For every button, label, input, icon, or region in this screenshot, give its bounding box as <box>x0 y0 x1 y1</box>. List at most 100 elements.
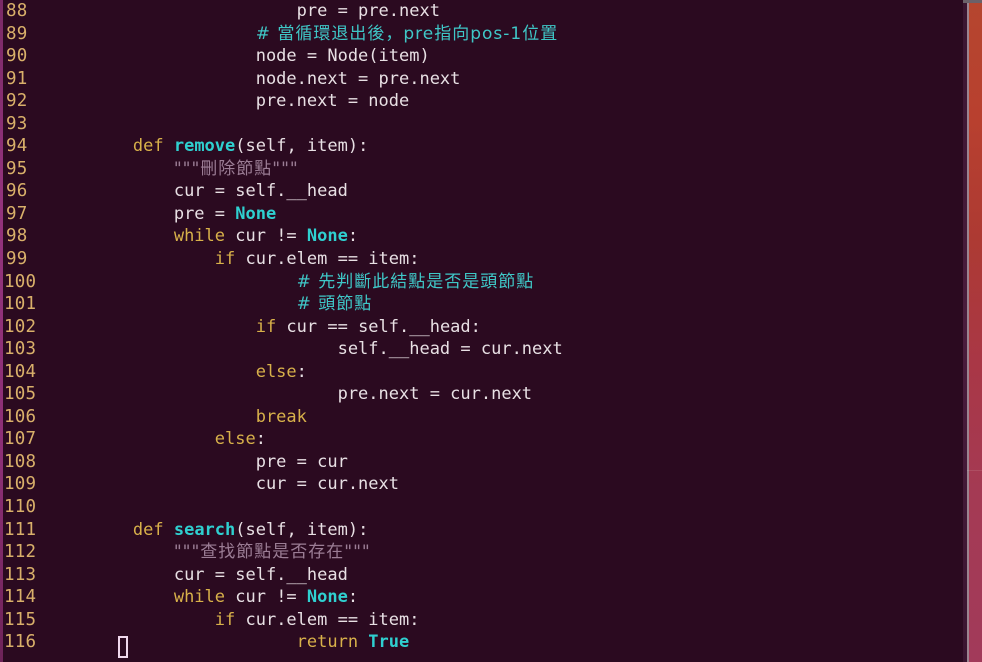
vertical-scrollbar-thumb-seam[interactable] <box>967 470 982 471</box>
code-token-fn: remove <box>173 136 236 157</box>
text-cursor <box>118 636 128 658</box>
code-line[interactable]: 91 node.next = pre.next <box>3 68 963 91</box>
code-line[interactable]: 107 else: <box>3 428 963 451</box>
code-line[interactable]: 109 cur = cur.next <box>3 473 963 496</box>
code-line[interactable]: 88 pre = pre.next <box>3 0 963 23</box>
code-line[interactable]: 105 pre.next = cur.next <box>3 383 963 406</box>
line-content: pre.next = node <box>51 90 410 113</box>
code-token-kw: def <box>132 136 174 157</box>
code-token-plain: : <box>296 361 307 382</box>
line-number: 95 <box>6 158 28 179</box>
line-content: if cur == self.__head: <box>51 316 481 339</box>
code-line[interactable]: 102 if cur == self.__head: <box>3 316 963 339</box>
code-line[interactable]: 103 self.__head = cur.next <box>3 338 963 361</box>
code-token-plain: cur.elem == item: <box>245 249 420 270</box>
line-content: # 當循環退出後，pre指向pos-1位置 <box>51 23 558 46</box>
code-line[interactable]: 108 pre = cur <box>3 451 963 474</box>
code-token-kw: else <box>214 429 256 450</box>
code-line[interactable]: 95 """刪除節點""" <box>3 158 963 181</box>
code-token-plain: : <box>347 587 359 608</box>
line-content: else: <box>51 361 307 384</box>
code-token-plain: cur == self.__head: <box>286 316 481 337</box>
line-number: 110 <box>4 497 37 518</box>
line-content: self.__head = cur.next <box>51 338 563 361</box>
line-content: cur = cur.next <box>51 473 399 496</box>
code-token-plain: : <box>347 226 359 247</box>
vertical-scrollbar[interactable] <box>967 0 982 662</box>
code-line[interactable]: 101 # 頭節點 <box>3 293 963 316</box>
line-number: 96 <box>6 181 28 202</box>
code-line[interactable]: 100 # 先判斷此結點是否是頭節點 <box>3 271 963 294</box>
line-content: while cur != None: <box>51 225 358 248</box>
code-line[interactable]: 89 # 當循環退出後，pre指向pos-1位置 <box>3 23 963 46</box>
code-token-kw: break <box>255 406 307 427</box>
line-number: 113 <box>4 564 37 585</box>
code-token-kw: if <box>214 609 246 630</box>
code-token-plain: cur = self.__head <box>173 564 348 585</box>
code-line[interactable]: 96 cur = self.__head <box>3 180 963 203</box>
line-content: cur = self.__head <box>51 180 348 203</box>
code-line[interactable]: 115 if cur.elem == item: <box>3 609 963 632</box>
code-token-plain: pre.next = cur.next <box>337 384 533 405</box>
code-line[interactable]: 93 <box>3 113 963 136</box>
code-line[interactable]: 90 node = Node(item) <box>3 45 963 68</box>
code-line[interactable]: 116 return True <box>3 631 963 654</box>
code-token-kw: else <box>255 361 297 382</box>
code-token-plain: pre.next = node <box>255 91 410 112</box>
code-token-doc: """刪除節點""" <box>173 158 299 179</box>
line-number: 93 <box>6 113 28 134</box>
code-line[interactable]: 104 else: <box>3 361 963 384</box>
line-number: 89 <box>6 23 28 44</box>
code-line[interactable]: 114 while cur != None: <box>3 586 963 609</box>
code-line[interactable]: 110 <box>3 496 963 519</box>
code-token-builtin: None <box>235 203 277 224</box>
line-number: 112 <box>4 542 37 563</box>
code-token-plain: cur != <box>235 587 307 608</box>
code-token-plain: node.next = pre.next <box>255 68 461 89</box>
code-line[interactable]: 111 def search(self, item): <box>3 519 963 542</box>
line-number: 90 <box>6 46 28 67</box>
line-number: 114 <box>4 587 37 608</box>
code-line[interactable]: 113 cur = self.__head <box>3 564 963 587</box>
code-line[interactable]: 92 pre.next = node <box>3 90 963 113</box>
code-token-plain: node = Node(item) <box>255 46 430 67</box>
code-token-plain: self.__head = cur.next <box>337 339 563 360</box>
line-content: node = Node(item) <box>51 45 430 68</box>
code-line[interactable]: 112 """查找節點是否存在""" <box>3 541 963 564</box>
code-token-kw: while <box>173 587 236 608</box>
line-number: 105 <box>4 384 37 405</box>
code-line[interactable]: 98 while cur != None: <box>3 225 963 248</box>
code-line[interactable]: 94 def remove(self, item): <box>3 135 963 158</box>
line-number: 94 <box>6 136 28 157</box>
code-editor-area[interactable]: 88 pre = pre.next 89 # 當循環退出後，pre指向pos-1位… <box>3 0 963 662</box>
code-token-doc: """查找節點是否存在""" <box>173 542 371 563</box>
code-line[interactable]: 97 pre = None <box>3 203 963 226</box>
code-line[interactable]: 99 if cur.elem == item: <box>3 248 963 271</box>
line-number: 88 <box>6 1 28 21</box>
window-top-edge <box>963 0 982 3</box>
code-token-plain: cur = cur.next <box>255 474 399 495</box>
code-token-kw: def <box>132 519 174 540</box>
code-line[interactable]: 106 break <box>3 406 963 429</box>
